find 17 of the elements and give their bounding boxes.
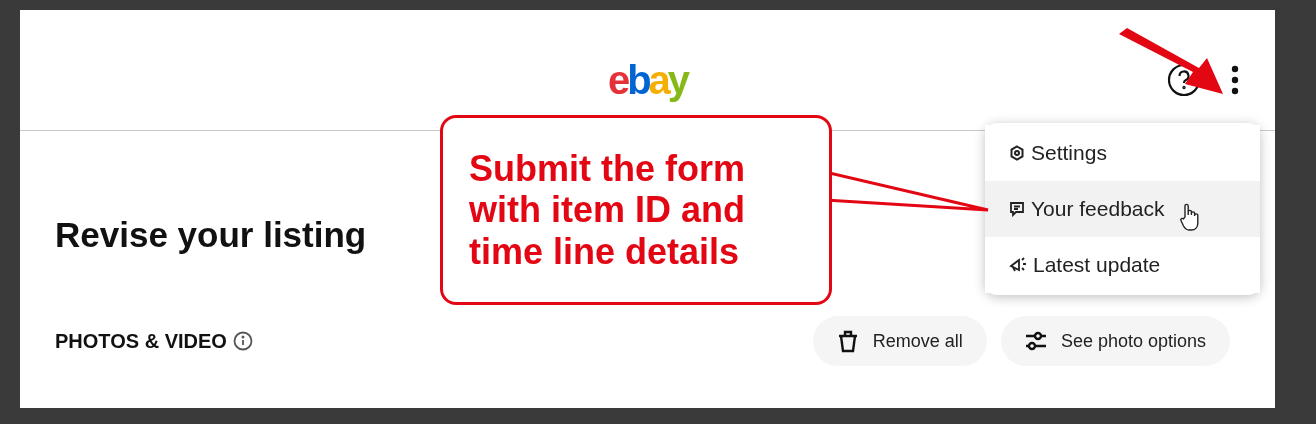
section-title: PHOTOS & VIDEO <box>55 329 227 354</box>
menu-item[interactable]: Your feedback <box>985 181 1260 237</box>
menu-item[interactable]: Latest update <box>985 237 1260 293</box>
more-icon[interactable] <box>1231 65 1239 95</box>
megaphone-icon <box>1009 257 1027 273</box>
chat-icon <box>1009 201 1025 217</box>
hand-cursor-icon <box>1178 203 1201 231</box>
sliders-icon <box>1024 330 1047 352</box>
pill-button[interactable]: See photo options <box>1000 316 1230 366</box>
menu-item[interactable]: Settings <box>985 125 1260 181</box>
callout-text: Submit the form with item ID and time line details <box>469 148 745 272</box>
gear-icon <box>1009 145 1025 161</box>
pill-button[interactable]: Remove all <box>812 316 987 366</box>
trash-icon <box>836 329 859 353</box>
page-title: Revise your listing <box>55 217 367 252</box>
info-icon[interactable] <box>232 331 253 351</box>
ebay-logo[interactable]: ebay <box>607 60 688 100</box>
